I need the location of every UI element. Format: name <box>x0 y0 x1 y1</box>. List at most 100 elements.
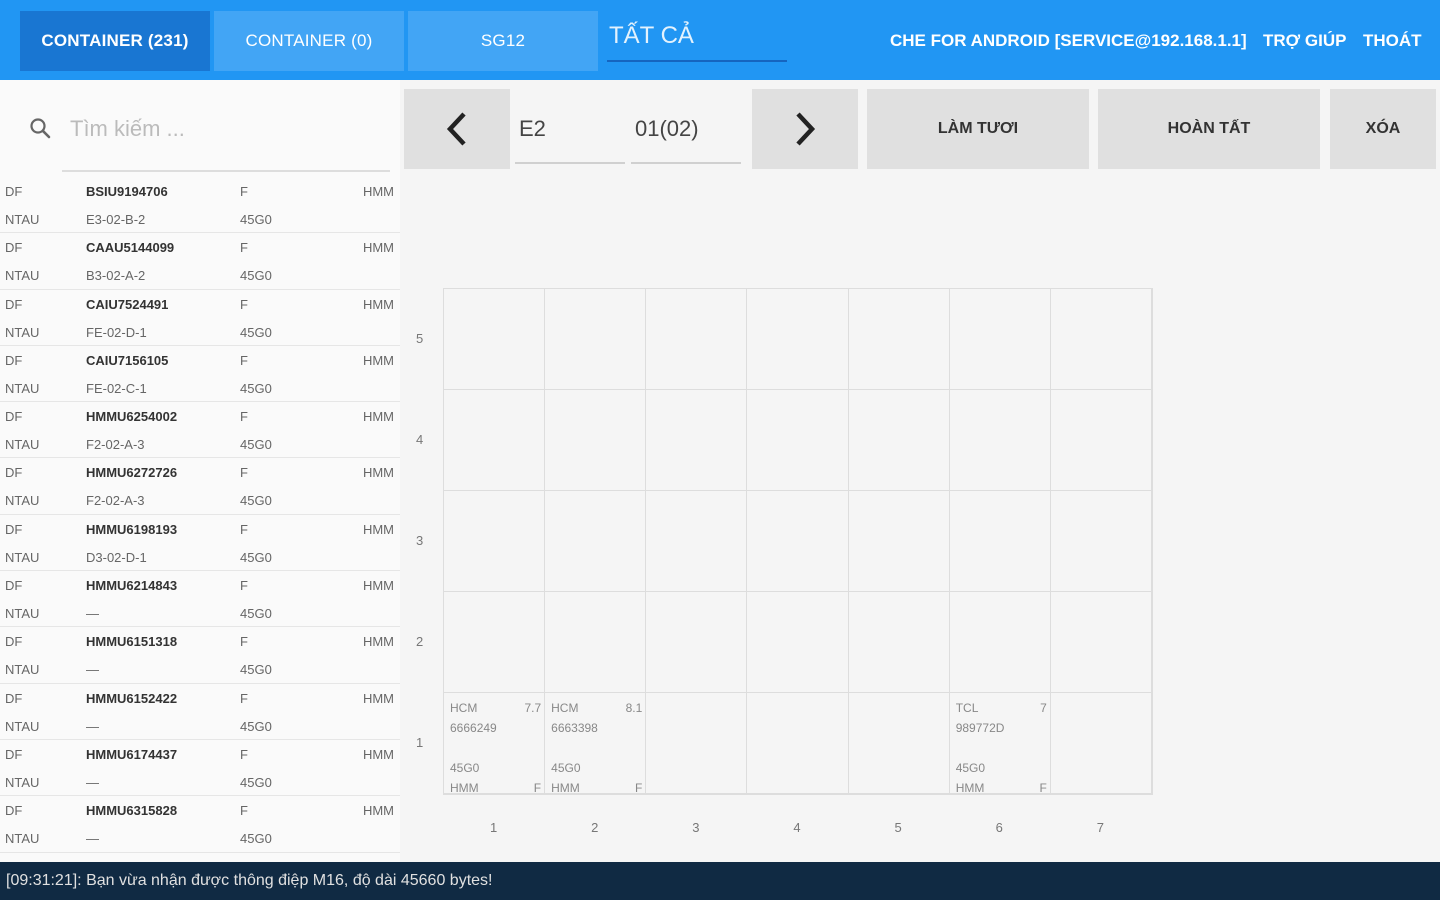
container-number: HMMU6254002 <box>86 409 178 425</box>
operator-code: HMM <box>450 781 479 795</box>
list-item[interactable]: DF HMMU6214843 F HMM NTAU — 45G0 <box>0 571 400 628</box>
bay-slot[interactable] <box>747 491 849 592</box>
iso-type: 45G0 <box>240 380 272 396</box>
container-number: 6663398 <box>551 721 598 735</box>
full-empty-flag: F <box>240 465 248 481</box>
container-number: CAIU7156105 <box>86 352 169 368</box>
tab-vessel[interactable]: SG12 <box>408 11 598 71</box>
bay-slot[interactable] <box>1050 289 1152 390</box>
yard-position: F2-02-A-3 <box>86 437 145 453</box>
bay-slot[interactable] <box>646 592 748 693</box>
iso-type: 45G0 <box>450 761 480 775</box>
list-item[interactable]: DF CAIU7524491 F HMM NTAU FE-02-D-1 45G0 <box>0 290 400 346</box>
list-item[interactable]: DF HMMU6152422 F HMM NTAU — 45G0 <box>0 684 400 740</box>
container-weight: 7 <box>1040 701 1047 715</box>
complete-button[interactable]: HOÀN TẤT <box>1098 89 1320 169</box>
bay-slot[interactable] <box>747 390 849 491</box>
bay-slot[interactable] <box>848 491 950 592</box>
list-item[interactable]: DF HMMU6315828 F HMM NTAU — 45G0 <box>0 796 400 853</box>
bay-slot[interactable] <box>1050 693 1152 794</box>
full-empty-flag: F <box>240 352 248 368</box>
bay-slot[interactable] <box>747 289 849 390</box>
list-item[interactable]: DF CAAU5144099 F HMM NTAU B3-02-A-2 45G0 <box>0 233 400 290</box>
previous-bay-button[interactable] <box>404 89 510 169</box>
container-code: DF <box>5 465 23 481</box>
yard-position: B3-02-A-2 <box>86 268 146 284</box>
refresh-button[interactable]: LÀM TƯƠI <box>867 89 1089 169</box>
bay-slot[interactable] <box>747 693 849 794</box>
bay-slot[interactable] <box>848 592 950 693</box>
full-empty-flag: F <box>634 781 643 795</box>
delete-button[interactable]: XÓA <box>1330 89 1436 169</box>
chevron-left-icon <box>446 112 466 146</box>
bay-slot[interactable] <box>646 491 748 592</box>
container-weight: 8.1 <box>625 701 643 715</box>
container-list-panel: DF BSIU9194706 F HMM NTAU E3-02-B-2 45G0 DF CAAU… <box>0 80 400 862</box>
bay-slot[interactable] <box>1050 592 1152 693</box>
bay-slot[interactable] <box>646 693 748 794</box>
bay-slot[interactable] <box>848 693 950 794</box>
bay-slot[interactable] <box>646 289 748 390</box>
filter-dropdown[interactable]: TẤT CẢ <box>607 22 787 62</box>
bay-slot[interactable] <box>949 592 1051 693</box>
tab-container-list[interactable]: CONTAINER (231) <box>20 11 210 71</box>
container-number: 989772D <box>955 721 1005 735</box>
container-code: DF <box>5 634 23 650</box>
bay-container[interactable]: TCL 7 989772D 45G0 HMM F <box>955 699 1047 795</box>
exit-button[interactable]: THOÁT <box>1363 31 1422 51</box>
bay-slot[interactable] <box>1050 491 1152 592</box>
bay-slot[interactable] <box>444 592 546 693</box>
bay-container[interactable]: HCM 8.1 6663398 45G0 HMM F <box>551 699 643 795</box>
bay-slot[interactable] <box>444 289 546 390</box>
vessel-code: NTAU <box>5 831 40 847</box>
bay-slot[interactable] <box>949 289 1051 390</box>
list-item[interactable]: DF HMMU6272726 F HMM NTAU F2-02-A-3 45G0 <box>0 458 400 515</box>
full-empty-flag: F <box>240 296 248 312</box>
tab-container-pending[interactable]: CONTAINER (0) <box>214 11 404 71</box>
operator-code: HMM <box>362 578 394 594</box>
bay-slot[interactable] <box>444 390 546 491</box>
bay-slot[interactable] <box>848 289 950 390</box>
list-item[interactable]: DF CAIU7156105 F HMM NTAU FE-02-C-1 45G0 <box>0 346 400 403</box>
container-number: HMMU6315828 <box>86 803 178 819</box>
list-item[interactable]: DF HMMU6254002 F HMM NTAU F2-02-A-3 45G0 <box>0 402 400 459</box>
tier-label: 2 <box>416 633 424 649</box>
iso-type: 45G0 <box>240 662 272 678</box>
full-empty-flag: F <box>240 240 248 256</box>
bay-slot[interactable] <box>949 390 1051 491</box>
row-label: 3 <box>692 820 700 835</box>
bay-slot[interactable] <box>848 390 950 491</box>
list-item[interactable]: DF BSIU9194706 F HMM NTAU E3-02-B-2 45G0 <box>0 177 400 234</box>
vessel-code: NTAU <box>5 662 40 678</box>
bay-slot[interactable] <box>545 491 647 592</box>
bay-slot[interactable] <box>949 491 1051 592</box>
block-field[interactable]: E2 <box>515 96 625 164</box>
operator-code: HMM <box>362 690 394 706</box>
bay-slot[interactable] <box>1050 390 1152 491</box>
operator-code: HMM <box>362 746 394 762</box>
list-item[interactable]: DF HMMU6198193 F HMM NTAU D3-02-D-1 45G0 <box>0 515 400 572</box>
iso-type: 45G0 <box>240 549 272 565</box>
list-item[interactable]: DF HMMU6174437 F HMM NTAU — 45G0 <box>0 740 400 797</box>
bay-slot[interactable] <box>646 390 748 491</box>
search-input[interactable] <box>70 112 370 146</box>
vessel-code: NTAU <box>5 549 40 565</box>
bay-slot[interactable] <box>545 390 647 491</box>
full-empty-flag: F <box>240 578 248 594</box>
yard-position: — <box>86 718 99 734</box>
port-of-discharge: HCM <box>450 701 478 715</box>
vessel-code: NTAU <box>5 606 40 622</box>
bay-container[interactable]: HCM 7.7 6666249 45G0 HMM F <box>450 699 541 795</box>
container-list[interactable]: DF BSIU9194706 F HMM NTAU E3-02-B-2 45G0 DF CAAU… <box>0 177 400 853</box>
tier-label: 3 <box>416 532 424 548</box>
help-button[interactable]: TRỢ GIÚP <box>1263 31 1346 51</box>
bay-field[interactable]: 01(02) <box>631 96 741 164</box>
next-bay-button[interactable] <box>752 89 858 169</box>
yard-position: D3-02-D-1 <box>86 549 147 565</box>
list-item[interactable]: DF HMMU6151318 F HMM NTAU — 45G0 <box>0 627 400 684</box>
bay-slot[interactable] <box>444 491 546 592</box>
bay-slot[interactable] <box>545 592 647 693</box>
full-empty-flag: F <box>1039 781 1047 795</box>
bay-slot[interactable] <box>545 289 647 390</box>
bay-slot[interactable] <box>747 592 849 693</box>
